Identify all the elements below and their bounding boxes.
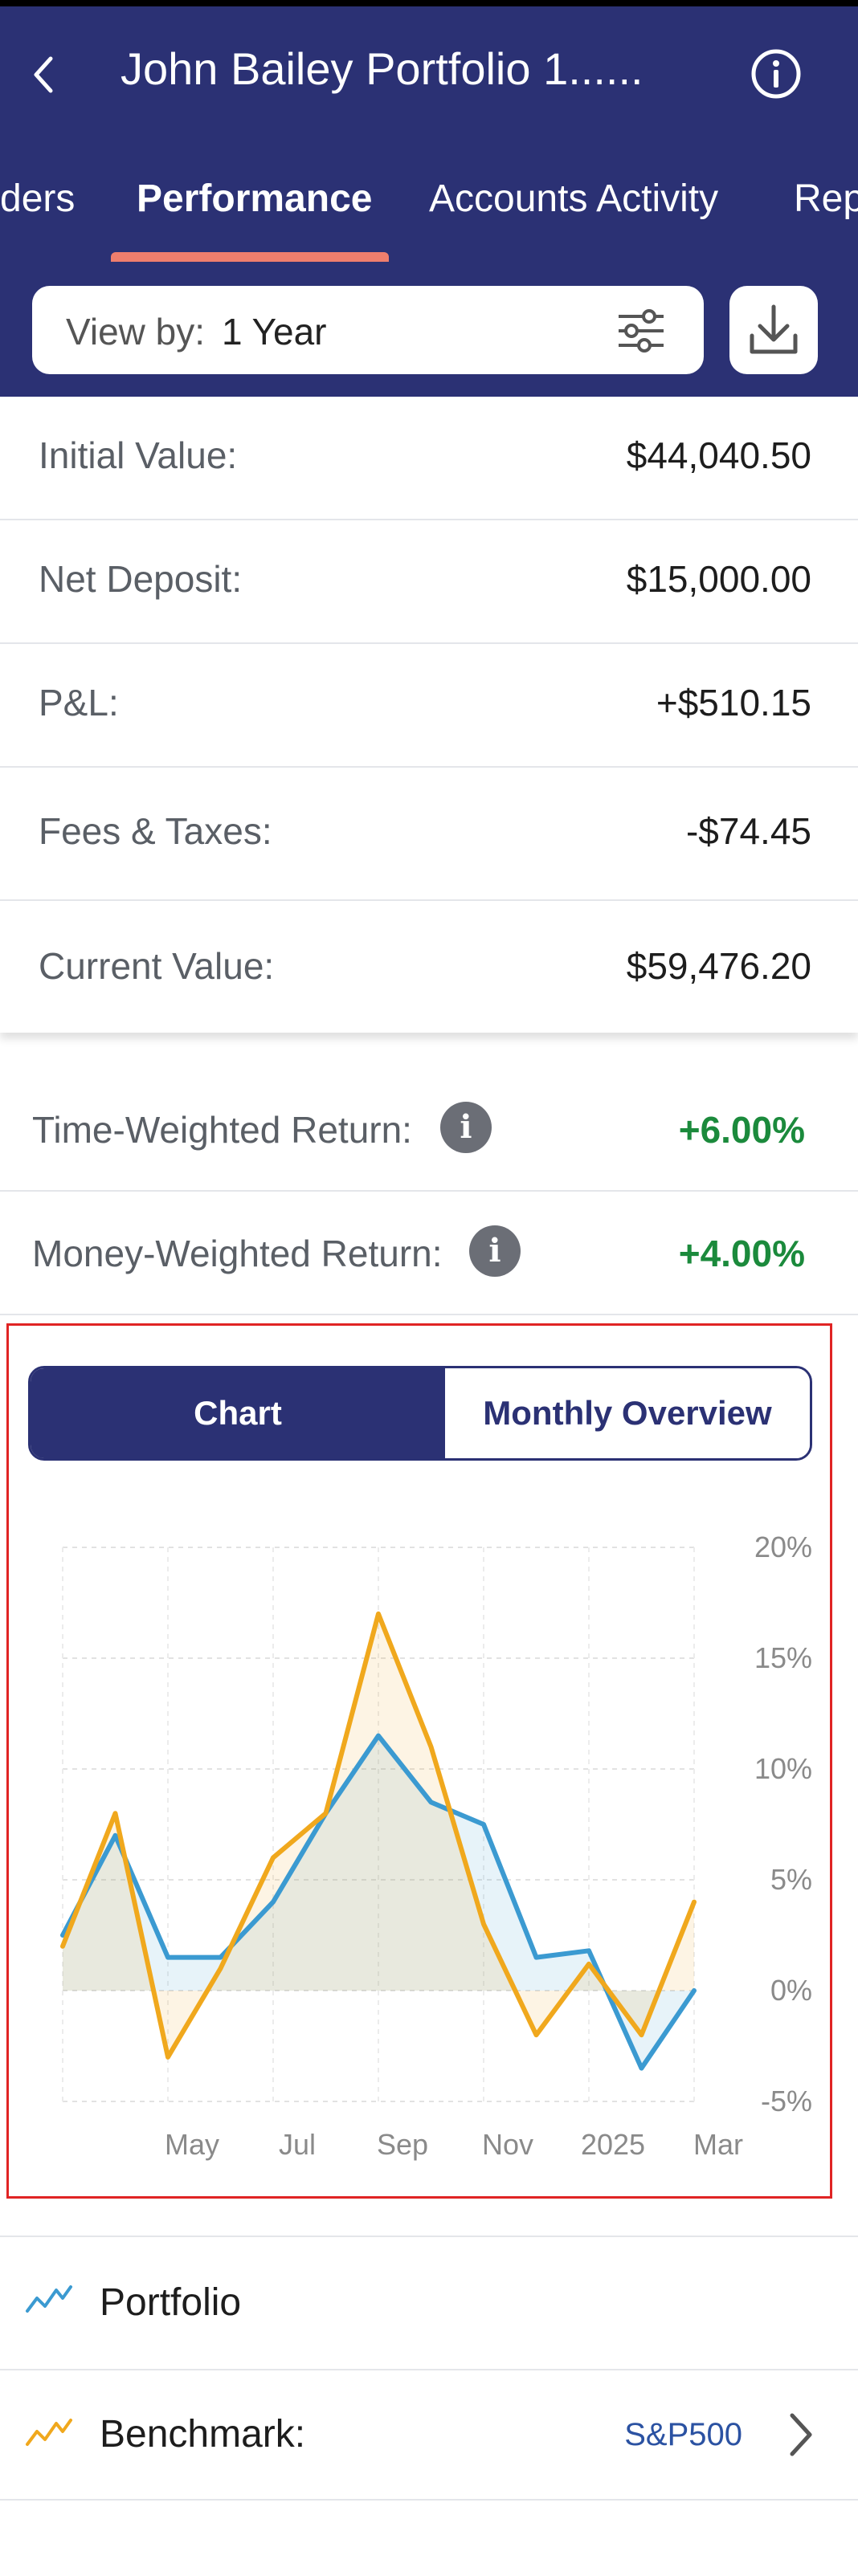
view-by-selector[interactable]: View by: 1 Year	[32, 286, 704, 374]
info-icon[interactable]: i	[440, 1102, 492, 1153]
return-value: +6.00%	[678, 1109, 805, 1151]
x-tick-label: Sep	[377, 2128, 428, 2161]
summary-value: $59,476.20	[626, 945, 811, 987]
y-tick-label: 5%	[770, 1863, 812, 1896]
x-tick-label: May	[165, 2128, 219, 2161]
sliders-icon[interactable]	[615, 307, 667, 355]
summary-label: P&L:	[39, 682, 119, 723]
summary-card: Initial Value: $44,040.50 Net Deposit: $…	[0, 397, 858, 1033]
download-button[interactable]	[729, 286, 818, 374]
benchmark-value-link[interactable]: S&P500	[624, 2417, 742, 2453]
summary-value: -$74.45	[685, 810, 811, 852]
legend-benchmark-label: Benchmark:	[100, 2413, 306, 2456]
page-title: John Bailey Portfolio 1......	[121, 43, 644, 94]
summary-label: Initial Value:	[39, 434, 238, 476]
summary-label: Net Deposit:	[39, 558, 243, 600]
y-tick-label: 15%	[754, 1641, 812, 1674]
summary-row-net-deposit: Net Deposit: $15,000.00	[0, 520, 858, 644]
return-value: +4.00%	[678, 1233, 805, 1274]
y-tick-label: 10%	[754, 1752, 812, 1785]
line-chart-icon	[26, 2285, 72, 2313]
info-circle-icon	[751, 49, 801, 99]
x-tick-label: Jul	[279, 2128, 316, 2161]
return-label: Time-Weighted Return:	[32, 1109, 412, 1151]
chevron-left-icon	[34, 56, 53, 93]
legend-portfolio-row: Portfolio	[0, 2237, 858, 2370]
x-tick-label: Nov	[482, 2128, 533, 2161]
y-tick-label: 0%	[770, 1974, 812, 2007]
y-tick-label: 20%	[754, 1531, 812, 1563]
summary-row-initial-value: Initial Value: $44,040.50	[0, 397, 858, 520]
return-label: Money-Weighted Return:	[32, 1233, 443, 1274]
summary-value: $15,000.00	[626, 558, 811, 600]
tab-orders[interactable]: ders	[0, 177, 75, 221]
performance-chart-panel: Chart Monthly Overview 20% 15% 10% 5% 0% -5% M…	[6, 1323, 832, 2199]
info-icon[interactable]: i	[469, 1225, 521, 1277]
summary-row-pnl: P&L: +$510.15	[0, 644, 858, 768]
x-tick-label: Mar	[693, 2128, 743, 2161]
view-by-label: View by:	[66, 311, 206, 353]
summary-value: +$510.15	[656, 682, 811, 723]
section-tabs: ders Performance Accounts Activity Rep	[0, 159, 858, 263]
money-weighted-return-row: Money-Weighted Return: i +4.00%	[0, 1192, 858, 1315]
tab-reports[interactable]: Rep	[794, 177, 858, 221]
y-tick-label: -5%	[761, 2085, 812, 2117]
tab-accounts-activity[interactable]: Accounts Activity	[429, 177, 718, 221]
summary-label: Fees & Taxes:	[39, 810, 272, 852]
back-button[interactable]	[22, 47, 63, 103]
summary-row-fees-taxes: Fees & Taxes: -$74.45	[0, 768, 858, 901]
view-by-value: 1 Year	[222, 311, 327, 353]
active-tab-indicator	[111, 252, 389, 262]
line-chart-icon	[26, 2419, 72, 2446]
summary-value: $44,040.50	[626, 434, 811, 476]
tab-performance[interactable]: Performance	[137, 177, 372, 221]
chevron-right-icon[interactable]	[787, 2412, 815, 2457]
x-tick-label: 2025	[581, 2128, 645, 2161]
summary-row-current-value: Current Value: $59,476.20	[0, 901, 858, 1033]
summary-label: Current Value:	[39, 945, 275, 987]
legend-portfolio-label: Portfolio	[100, 2281, 242, 2324]
title-bar: John Bailey Portfolio 1......	[0, 6, 858, 143]
legend-benchmark-row[interactable]: Benchmark: S&P500	[0, 2370, 858, 2501]
portfolio-header: John Bailey Portfolio 1...... ders Perfo…	[0, 6, 858, 397]
time-weighted-return-row: Time-Weighted Return: i +6.00%	[0, 1068, 858, 1192]
series-area-benchmark	[63, 1613, 694, 2057]
status-bar-edge	[0, 0, 858, 6]
info-button[interactable]	[750, 48, 802, 100]
download-icon	[750, 304, 798, 354]
performance-line-chart: 20% 15% 10% 5% 0% -5% May Jul Sep Nov 2025 Mar	[60, 1531, 812, 2161]
